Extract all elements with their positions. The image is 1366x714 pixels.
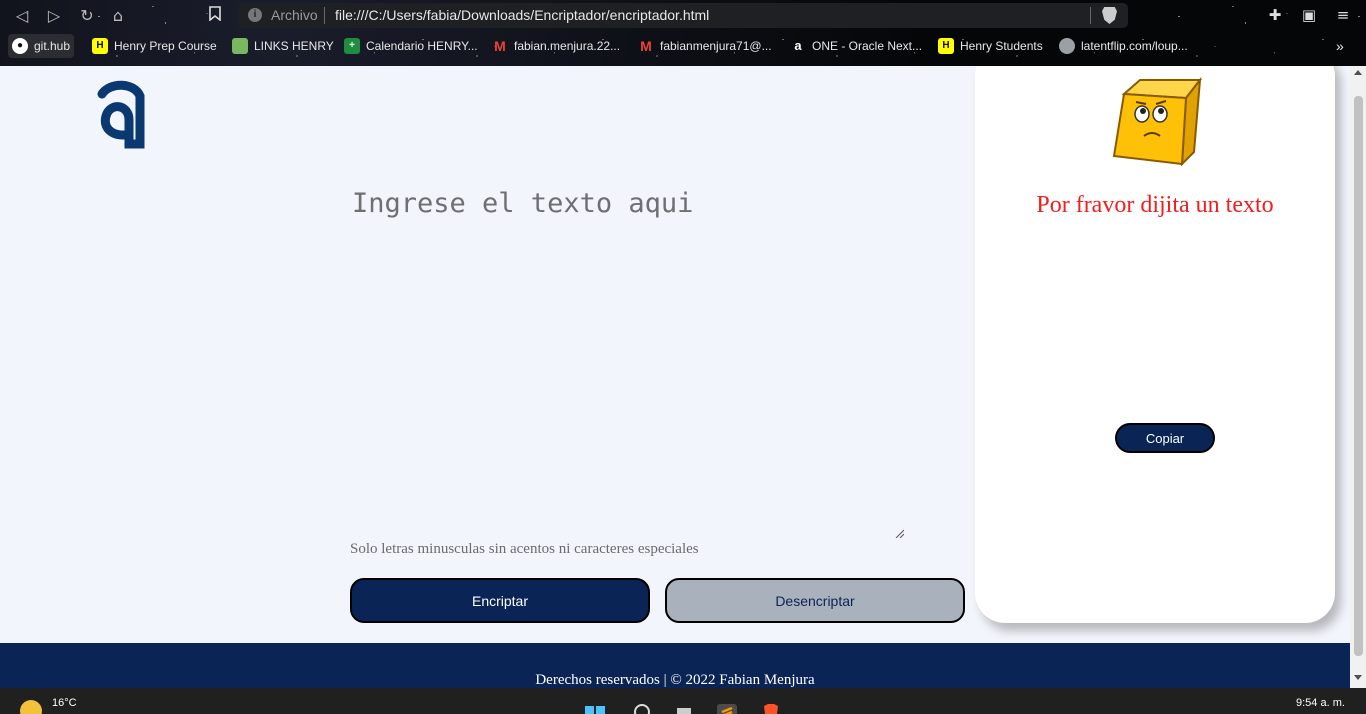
footer: Derechos reservados | © 2022 Fabian Menj… — [0, 643, 1350, 688]
wallet-icon[interactable]: ▣ — [1300, 6, 1318, 24]
gmail-icon: M — [494, 38, 506, 54]
encrypt-button[interactable]: Encriptar — [350, 578, 650, 623]
back-icon[interactable]: ◁ — [11, 6, 33, 26]
clock[interactable]: 9:54 a. m. — [1296, 697, 1345, 709]
bookmark-label: Henry Prep Course — [114, 39, 217, 53]
brave-browser-icon[interactable] — [760, 698, 782, 714]
github-icon: ● — [12, 38, 28, 54]
bookmark-oracle-next[interactable]: a ONE - Oracle Next... — [786, 34, 926, 58]
result-message: Por fravor dijita un texto — [1036, 192, 1274, 218]
divider — [324, 7, 325, 24]
forward-icon[interactable]: ▷ — [43, 6, 65, 26]
resize-handle-icon[interactable] — [894, 528, 904, 538]
scroll-down-icon[interactable] — [1354, 675, 1362, 680]
bookmark-label: latentflip.com/loup... — [1081, 39, 1188, 53]
bookmark-links-henry[interactable]: LINKS HENRY — [228, 34, 338, 58]
menu-icon[interactable]: ≡ — [1334, 6, 1352, 24]
gmail-icon: M — [640, 38, 652, 54]
text-input[interactable] — [344, 182, 906, 540]
globe-icon — [1059, 38, 1075, 54]
browser-toolbar: ◁ ▷ ↻ ⌂ i Archivo file:///C:/Users/fabia… — [0, 0, 1366, 32]
browser-chrome: ◁ ▷ ↻ ⌂ i Archivo file:///C:/Users/fabia… — [0, 0, 1366, 66]
url-text[interactable]: file:///C:/Users/fabia/Downloads/Encript… — [335, 7, 709, 23]
input-hint: Solo letras minusculas sin acentos ni ca… — [350, 541, 699, 557]
decrypt-button[interactable]: Desencriptar — [665, 578, 965, 623]
brave-shields-icon[interactable] — [1102, 7, 1117, 24]
bookmark-label: git.hub — [34, 39, 71, 53]
bookmark-label: Calendario HENRY... — [366, 39, 478, 53]
confused-box-mascot-icon — [1112, 76, 1202, 167]
bookmark-gmail-1[interactable]: M fabian.menjura.22... — [488, 34, 624, 58]
bookmark-label: LINKS HENRY — [254, 39, 334, 53]
bookmark-gmail-2[interactable]: M fabianmenjura71@... — [634, 34, 776, 58]
page-content: Solo letras minusculas sin acentos ni ca… — [0, 66, 1350, 688]
bookmark-henry-prep[interactable]: H Henry Prep Course — [88, 34, 221, 58]
bookmark-label: fabian.menjura.22... — [514, 39, 621, 53]
windows-taskbar: 16°C 9:54 a. m. — [0, 688, 1366, 714]
search-icon[interactable] — [631, 698, 653, 714]
home-icon[interactable]: ⌂ — [107, 6, 129, 26]
notebook-icon — [232, 38, 248, 54]
bookmark-label: fabianmenjura71@... — [660, 39, 772, 53]
page-scrollbar[interactable] — [1350, 66, 1366, 688]
bookmark-github[interactable]: ● git.hub — [8, 34, 75, 58]
weather-icon[interactable] — [20, 700, 42, 714]
url-scheme-label: Archivo — [271, 7, 318, 23]
temperature[interactable]: 16°C — [52, 697, 77, 709]
alura-logo-icon — [97, 80, 145, 149]
site-info-icon[interactable]: i — [248, 8, 262, 22]
henry-icon: H — [938, 38, 954, 54]
bookmark-latentflip[interactable]: latentflip.com/loup... — [1055, 34, 1192, 58]
henry-icon: H — [92, 38, 108, 54]
copy-button[interactable]: Copiar — [1115, 423, 1215, 453]
windows-start-icon[interactable] — [584, 698, 606, 714]
bookmark-page-icon[interactable] — [204, 6, 226, 26]
task-view-icon[interactable] — [673, 698, 695, 714]
scroll-thumb[interactable] — [1354, 96, 1363, 656]
sublime-text-icon[interactable] — [716, 698, 738, 714]
bookmark-calendario[interactable]: + Calendario HENRY... — [340, 34, 482, 58]
reload-icon[interactable]: ↻ — [76, 6, 98, 26]
more-bookmarks-button[interactable]: » — [1332, 34, 1348, 58]
scroll-up-icon[interactable] — [1354, 70, 1362, 75]
alura-icon: a — [794, 38, 802, 53]
bookmark-label: ONE - Oracle Next... — [812, 39, 923, 53]
footer-text: Derechos reservados | © 2022 Fabian Menj… — [535, 672, 815, 688]
bookmark-label: Henry Students — [960, 39, 1043, 53]
bookmark-henry-students[interactable]: H Henry Students — [934, 34, 1047, 58]
sheets-icon: + — [344, 38, 360, 54]
address-bar[interactable]: i Archivo file:///C:/Users/fabia/Downloa… — [238, 3, 1128, 28]
divider — [1090, 7, 1091, 24]
extensions-icon[interactable]: ✚ — [1266, 6, 1284, 24]
bookmarks-bar: ● git.hub H Henry Prep Course LINKS HENR… — [0, 34, 1366, 60]
